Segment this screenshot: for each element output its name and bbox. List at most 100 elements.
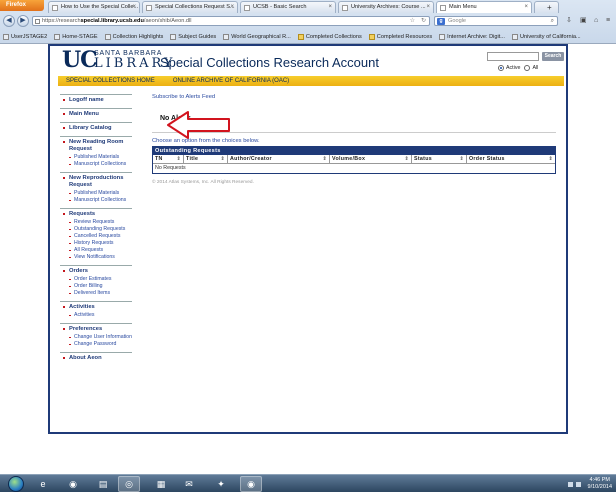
reload-icon[interactable]: ↻ (421, 17, 426, 26)
sidebar-item-main-menu[interactable]: Main Menu (60, 111, 132, 118)
column-header-author-creator[interactable]: Author/Creator ⇕ (228, 155, 330, 163)
sidebar-link-activities[interactable]: Activities (69, 312, 132, 319)
url-bar[interactable]: https://researchspecial.library.ucsb.edu… (32, 16, 430, 26)
sidebar-section-about-aeon: About Aeon (60, 352, 132, 362)
sidebar-link-order-estimates[interactable]: Order Estimates (69, 276, 132, 283)
page-icon (511, 33, 518, 40)
bookmark-star-icon[interactable]: ☆ (410, 17, 415, 26)
bookmark-completed-resources[interactable]: Completed Resources (368, 33, 433, 40)
sidebar-link-reading-published[interactable]: Published Materials (69, 154, 132, 161)
sidebar-item-activities[interactable]: Activities (60, 304, 132, 311)
clock[interactable]: 4:46 PM 9/10/2014 (588, 477, 612, 491)
column-label: TN (155, 156, 163, 162)
bookmark-world-geographical[interactable]: World Geographical R... (223, 33, 291, 40)
firefox-menu-button[interactable]: Firefox (0, 0, 44, 11)
bookmark-collection-highlights[interactable]: Collection Highlights (104, 33, 163, 40)
bookmark-home-stage[interactable]: Home-STAGE (54, 33, 98, 40)
settings-icon[interactable]: ✦ (210, 476, 232, 492)
column-header-tn[interactable]: TN ⇕ (153, 155, 184, 163)
outstanding-requests-table: Outstanding Requests TN ⇕ Title ⇕ Author/C… (152, 146, 556, 174)
close-icon[interactable]: × (230, 2, 234, 13)
sidebar-link-all-requests[interactable]: All Requests (69, 247, 132, 254)
column-header-title[interactable]: Title ⇕ (184, 155, 228, 163)
sidebar-link-delivered-items[interactable]: Delivered Items (69, 290, 132, 297)
column-header-order-status[interactable]: Order Status ⇕ (467, 155, 555, 163)
back-button[interactable]: ◀ (3, 15, 15, 27)
close-icon[interactable]: × (426, 2, 430, 13)
bookmark-userjstage2[interactable]: UserJSTAGE2 (3, 33, 48, 40)
sidebar-item-library-catalog[interactable]: Library Catalog (60, 125, 132, 132)
internet-explorer-icon[interactable]: e (32, 476, 54, 492)
sidebar-item-logoff[interactable]: Logoff name (60, 97, 132, 104)
sidebar-item-about-aeon[interactable]: About Aeon (60, 355, 132, 362)
volume-icon[interactable] (575, 481, 581, 487)
close-icon[interactable]: × (132, 2, 136, 13)
sidebar-link-repro-published[interactable]: Published Materials (69, 190, 132, 197)
menu-icon[interactable]: ≡ (606, 17, 610, 25)
sidebar-item-preferences[interactable]: Preferences (60, 326, 132, 333)
header-search-button[interactable]: Search (542, 52, 564, 61)
page-title: Special Collections Research Account (160, 55, 379, 70)
calculator-icon[interactable]: ▦ (150, 476, 172, 492)
scope-all-radio[interactable] (524, 65, 531, 71)
home-icon[interactable]: ⌂ (594, 17, 598, 25)
tab-how-to-use[interactable]: How to Use the Special Colle... × (48, 1, 140, 13)
tab-ucsb-basic-search[interactable]: UCSB - Basic Search × (240, 1, 336, 13)
sidebar-link-order-billing[interactable]: Order Billing (69, 283, 132, 290)
nav-online-archive-of-california[interactable]: ONLINE ARCHIVE OF CALIFORNIA (OAC) (173, 78, 289, 84)
logo-uc: UC (62, 47, 98, 73)
annotation-arrow-icon (167, 111, 230, 139)
sidebar-section-new-reproductions-request: New Reproductions Request Published Mate… (60, 172, 132, 204)
bookmark-subject-guides[interactable]: Subject Guides (170, 33, 216, 40)
forward-button[interactable]: ▶ (17, 15, 29, 27)
sidebar-link-repro-manuscript[interactable]: Manuscript Collections (69, 197, 132, 204)
google-g-icon[interactable]: g (437, 18, 445, 25)
bookmark-label: Completed Resources (376, 33, 433, 40)
search-bar[interactable]: g Google ⌕ (434, 16, 558, 26)
sidebar-link-change-password[interactable]: Change Password (69, 341, 132, 348)
downloads-icon[interactable]: ⇩ (566, 17, 572, 25)
close-icon[interactable]: × (328, 2, 332, 13)
tab-university-archives[interactable]: University Archives: Course ... × (338, 1, 434, 13)
bookmark-university-of-california[interactable]: University of California... (511, 33, 581, 40)
page-icon (244, 5, 250, 11)
close-icon[interactable]: × (524, 2, 528, 13)
chrome-icon[interactable]: ◎ (118, 476, 140, 492)
bookmark-label: UserJSTAGE2 (11, 33, 48, 40)
new-tab-button[interactable]: + (534, 1, 559, 13)
network-icon[interactable] (567, 481, 573, 487)
start-button[interactable] (8, 476, 24, 492)
scope-active-label: Active (506, 65, 521, 71)
column-header-volume-box[interactable]: Volume/Box ⇕ (330, 155, 412, 163)
addon-icon[interactable]: ▣ (580, 17, 587, 25)
bookmark-internet-archive[interactable]: Internet Archive: Digit... (439, 33, 505, 40)
column-header-status[interactable]: Status ⇕ (412, 155, 467, 163)
header-search-input[interactable] (487, 52, 539, 61)
sidebar-item-orders[interactable]: Orders (60, 268, 132, 275)
file-explorer-icon[interactable]: ▤ (92, 476, 114, 492)
tab-special-collections-request[interactable]: Special Collections Request S... × (142, 1, 238, 13)
url-path: /aeon/shib/Aeon.dll (143, 18, 192, 24)
sidebar-link-history-requests[interactable]: History Requests (69, 240, 132, 247)
sidebar-link-review-requests[interactable]: Review Requests (69, 219, 132, 226)
nav-special-collections-home[interactable]: SPECIAL COLLECTIONS HOME (66, 78, 155, 84)
firefox-icon[interactable]: ◉ (240, 476, 262, 492)
sidebar-link-view-notifications[interactable]: View Notifications (69, 254, 132, 261)
url-domain: special.library.ucsb.edu (80, 18, 144, 24)
sidebar-link-cancelled-requests[interactable]: Cancelled Requests (69, 233, 132, 240)
search-icon[interactable]: ⌕ (551, 17, 554, 26)
firefox-icon[interactable]: ◉ (62, 476, 84, 492)
bookmark-completed-collections[interactable]: Completed Collections (297, 33, 362, 40)
sidebar-item-requests[interactable]: Requests (60, 211, 132, 218)
sidebar-link-change-user-information[interactable]: Change User Information (69, 334, 132, 341)
tab-main-menu[interactable]: Main Menu × (436, 1, 532, 13)
subscribe-alerts-link[interactable]: Subscribe to Alerts Feed (152, 94, 556, 100)
outlook-icon[interactable]: ✉ (178, 476, 200, 492)
search-scope: Active All (498, 65, 542, 71)
scope-active-radio[interactable] (498, 65, 504, 71)
sidebar-item-new-reproductions-request[interactable]: New Reproductions Request (60, 175, 132, 189)
sidebar-link-reading-manuscript[interactable]: Manuscript Collections (69, 161, 132, 168)
sidebar-item-new-reading-room-request[interactable]: New Reading Room Request (60, 139, 132, 153)
sidebar-link-outstanding-requests[interactable]: Outstanding Requests (69, 226, 132, 233)
sidebar-section-activities: Activities Activities (60, 301, 132, 319)
